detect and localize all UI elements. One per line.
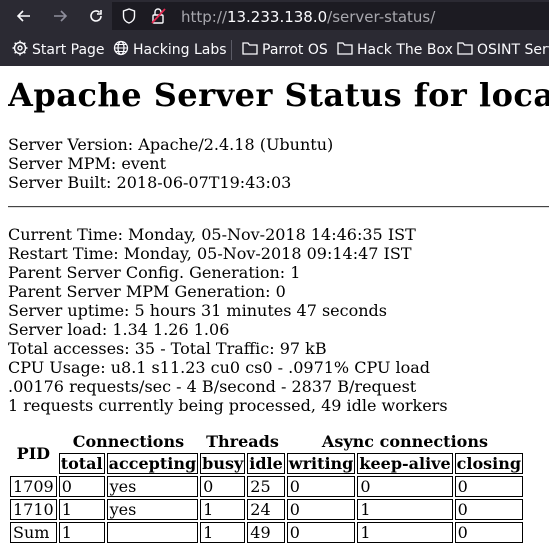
bookmark-osint[interactable]: OSINT Serv	[457, 40, 549, 60]
table-cell: yes	[106, 499, 199, 520]
server-info-block: Server Version: Apache/2.4.18 (Ubuntu) S…	[8, 135, 333, 192]
pid-header: PID	[16, 443, 51, 463]
column-header: busy	[200, 453, 246, 474]
divider	[8, 206, 549, 208]
cpu-usage: CPU Usage: u8.1 s11.23 cu0 cs0 - .0971% …	[8, 358, 431, 377]
table-cell: 25	[247, 476, 285, 497]
table-cell: 1	[58, 522, 105, 543]
column-header: writing	[286, 453, 356, 474]
server-mpm: Server MPM: event	[8, 154, 167, 173]
gear-icon	[12, 40, 28, 60]
column-header: accepting	[106, 453, 199, 474]
forward-icon[interactable]	[48, 4, 72, 28]
table-cell: 1710	[10, 499, 57, 520]
table-cell: 1	[357, 499, 453, 520]
table-cell: 1	[357, 522, 453, 543]
table-cell: yes	[106, 476, 199, 497]
request-rates: .00176 requests/sec - 4 B/second - 2837 …	[8, 377, 417, 396]
server-load: Server load: 1.34 1.26 1.06	[8, 320, 230, 339]
page-title: Apache Server Status for local	[8, 76, 549, 114]
table-cell: 1	[200, 522, 246, 543]
server-version: Server Version: Apache/2.4.18 (Ubuntu)	[8, 135, 334, 154]
table-cell: 0	[58, 476, 105, 497]
column-header: keep-alive	[357, 453, 453, 474]
globe-icon	[113, 40, 129, 60]
restart-time: Restart Time: Monday, 05-Nov-2018 09:14:…	[8, 244, 412, 263]
table-cell	[106, 522, 199, 543]
current-time: Current Time: Monday, 05-Nov-2018 14:46:…	[8, 225, 416, 244]
table-cell: 0	[286, 499, 356, 520]
folder-icon	[242, 41, 258, 59]
table-cell: 0	[286, 522, 356, 543]
folder-icon	[337, 41, 353, 59]
async-connections-header: Async connections	[321, 432, 488, 451]
address-bar[interactable]: http://13.233.138.0/server-status/	[112, 2, 549, 30]
total-accesses: Total accesses: 35 - Total Traffic: 97 k…	[8, 339, 327, 358]
folder-icon	[457, 41, 473, 59]
back-icon[interactable]	[12, 4, 36, 28]
page-content: Apache Server Status for local Server Ve…	[8, 66, 549, 552]
browser-chrome: http://13.233.138.0/server-status/ Start…	[0, 0, 549, 66]
server-uptime: Server uptime: 5 hours 31 minutes 47 sec…	[8, 301, 387, 320]
table-cell: 0	[454, 499, 524, 520]
shield-icon[interactable]	[122, 8, 136, 28]
url-text[interactable]: http://13.233.138.0/server-status/	[181, 8, 435, 26]
column-header: idle	[247, 453, 285, 474]
config-generation: Parent Server Config. Generation: 1	[8, 263, 301, 282]
table-cell: 24	[247, 499, 285, 520]
table-cell: 0	[357, 476, 453, 497]
table-cell: 1709	[10, 476, 57, 497]
bookmark-hack-the-box[interactable]: Hack The Box	[337, 40, 453, 60]
server-built: Server Built: 2018-06-07T19:43:03	[8, 173, 292, 192]
table-cell: 0	[454, 476, 524, 497]
table-cell: 0	[454, 522, 524, 543]
table-cell: 1	[58, 499, 105, 520]
table-row-sum: Sum 1 1 49 0 1 0	[10, 522, 524, 543]
table-cell: 0	[200, 476, 246, 497]
table-row: 1709 0 yes 0 25 0 0 0	[10, 476, 524, 497]
table-column-header-row: total accepting busy idle writing keep-a…	[10, 453, 524, 474]
threads-header: Threads	[206, 432, 279, 451]
table-cell: Sum	[10, 522, 57, 543]
table-row: 1710 1 yes 1 24 0 1 0	[10, 499, 524, 520]
connections-header: Connections	[72, 432, 185, 451]
reload-icon[interactable]	[84, 4, 108, 28]
column-header: closing	[454, 453, 524, 474]
table-group-header-row: PID Connections Threads Async connection…	[10, 432, 523, 463]
table-cell: 1	[200, 499, 246, 520]
process-table: PID Connections Threads Async connection…	[8, 430, 525, 545]
bookmark-parrot-os[interactable]: Parrot OS	[242, 40, 328, 60]
column-header: total	[58, 453, 105, 474]
bookmark-separator	[231, 40, 232, 60]
table-cell: 49	[247, 522, 285, 543]
status-block: Current Time: Monday, 05-Nov-2018 14:46:…	[8, 225, 448, 415]
bookmark-start-page[interactable]: Start Page	[12, 40, 105, 60]
bookmark-hacking-labs[interactable]: Hacking Labs	[113, 40, 227, 60]
worker-summary: 1 requests currently being processed, 49…	[8, 396, 448, 415]
mpm-generation: Parent Server MPM Generation: 0	[8, 282, 286, 301]
navigation-toolbar: http://13.233.138.0/server-status/	[0, 0, 549, 32]
insecure-lock-icon[interactable]	[150, 7, 168, 29]
table-cell: 0	[286, 476, 356, 497]
